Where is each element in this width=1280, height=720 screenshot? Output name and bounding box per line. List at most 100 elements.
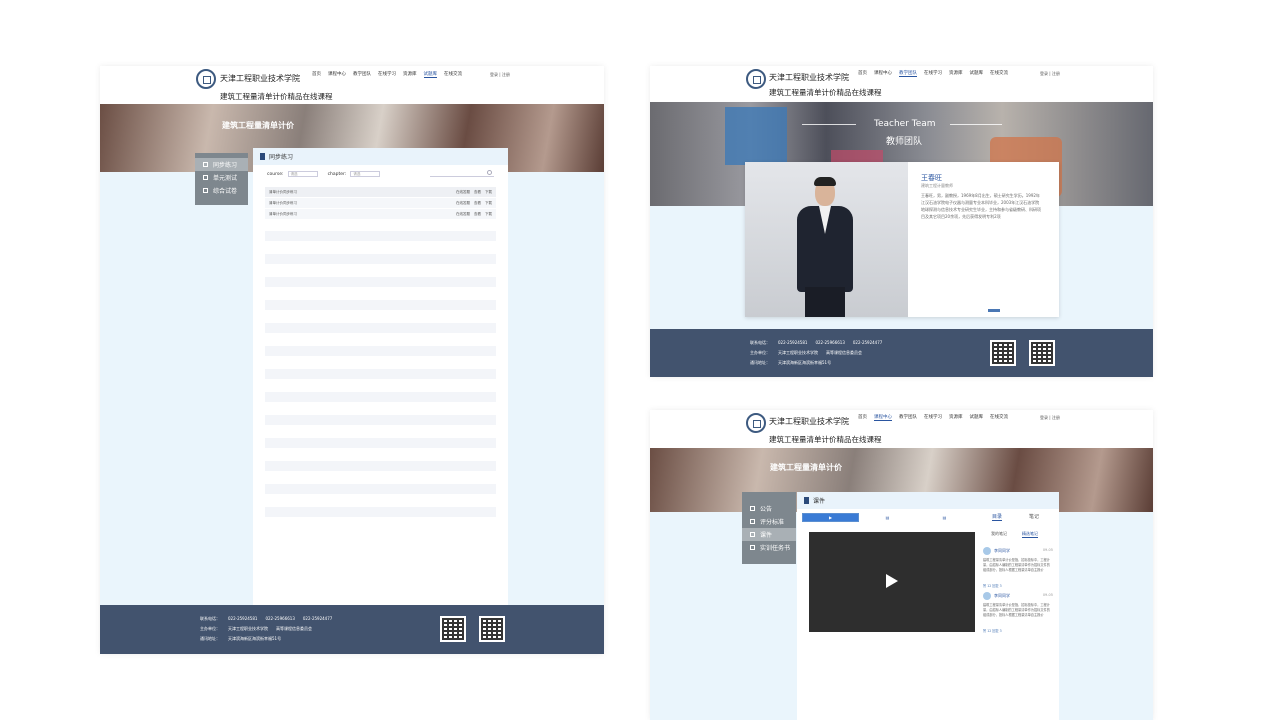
- teacher-bio: 王春旺，男，副教授，1969年8月出生，硕士研究生学历。1992年江汉石油学院电…: [921, 193, 1041, 219]
- nav-item[interactable]: 在线学习: [924, 414, 942, 421]
- note-meta[interactable]: 赞 12 回复 3: [983, 583, 1002, 588]
- site-header: 天津工程职业技术学院 首页 课程中心 教学团队 在线学习 资源库 试题库 在线交…: [650, 410, 1153, 448]
- table-row[interactable]: 清单计价同步练习 在线答题 查看 下载: [265, 187, 496, 197]
- sidebar-item-unit-test[interactable]: 单元测试: [195, 171, 248, 184]
- tab-my-notes[interactable]: 我的笔记: [991, 531, 1007, 537]
- nav-item[interactable]: 在线交流: [444, 71, 462, 78]
- play-icon[interactable]: [886, 574, 898, 588]
- nav-item[interactable]: 首页: [858, 414, 867, 421]
- video-tab[interactable]: ▶: [802, 513, 859, 522]
- file-tab[interactable]: ▤: [916, 513, 973, 522]
- sidebar-item-courseware[interactable]: 课件: [742, 528, 796, 541]
- footer-phones: 联系电话： 022-25924581 022-25966613 022-2592447…: [200, 616, 332, 622]
- nav-item[interactable]: 首页: [312, 71, 321, 78]
- nav-item[interactable]: 课程中心: [328, 71, 346, 78]
- carousel-indicator[interactable]: [988, 309, 1000, 312]
- nav-item[interactable]: 在线学习: [924, 70, 942, 77]
- phone: 022-25966613: [815, 340, 845, 345]
- teacher-photo: [745, 162, 908, 317]
- sidebar-item-sync-practice[interactable]: 同步练习: [195, 158, 248, 171]
- phone: 022-25924477: [302, 616, 333, 621]
- search-input[interactable]: [430, 170, 494, 177]
- person-hair: [814, 177, 836, 186]
- row-name: 清单计价同步练习: [269, 189, 297, 194]
- answer-online-link[interactable]: 在线答题: [456, 201, 470, 206]
- phone: 022-25966613: [265, 616, 295, 621]
- course-title: 建筑工程量清单计价精品在线课程: [220, 92, 333, 101]
- decor-block: [725, 107, 787, 165]
- placeholder-row: [265, 346, 496, 356]
- answer-online-link[interactable]: 在线答题: [456, 212, 470, 217]
- note-meta[interactable]: 赞 12 回复 3: [983, 628, 1002, 633]
- teacher-card: 王春旺 建筑工程计量教师 王春旺，男，副教授，1969年8月出生，硕士研究生学历…: [745, 162, 1059, 317]
- school-name: 天津工程职业技术学院: [769, 417, 849, 426]
- nav-item[interactable]: 资源库: [949, 70, 963, 77]
- qr-code-icon: [479, 616, 505, 642]
- placeholder-row: [265, 254, 496, 264]
- search-icon[interactable]: [487, 170, 492, 175]
- login-register-link[interactable]: 登录 | 注册: [1040, 71, 1060, 77]
- download-link[interactable]: 下载: [485, 190, 492, 195]
- org-label: 主办单位：: [200, 626, 220, 631]
- sidebar-item-label: 单元测试: [213, 175, 238, 182]
- panel-title: 同步练习: [269, 154, 294, 161]
- note-user: 李同同学: [994, 548, 1010, 553]
- resource-tabs: ▶ ▤ ▤: [802, 513, 973, 522]
- nav-item[interactable]: 教学团队: [899, 414, 917, 421]
- table-row[interactable]: 清单计价同步练习 在线答题 查看 下载: [265, 209, 496, 219]
- nav-item[interactable]: 资源库: [403, 71, 417, 78]
- course-select[interactable]: 请选: [287, 171, 318, 177]
- sidebar-item-full-exam[interactable]: 综合试卷: [195, 184, 248, 197]
- tab-catalog[interactable]: 目录: [992, 513, 1003, 521]
- course-title: 建筑工程量清单计价精品在线课程: [769, 88, 882, 97]
- nav-item[interactable]: 课程中心: [874, 414, 892, 421]
- sidebar-item-label: 同步练习: [213, 162, 238, 169]
- chapter-select[interactable]: 请选: [350, 171, 381, 177]
- sidebar-item-tasks[interactable]: 实训任务书: [742, 541, 796, 554]
- phone: 022-25924581: [228, 616, 258, 621]
- banner-title: 建筑工程量清单计价: [222, 121, 294, 130]
- sidebar-item-grading[interactable]: 评分标准: [742, 515, 796, 528]
- nav-item[interactable]: 试题库: [423, 71, 437, 78]
- panel-header: 课件: [797, 492, 1059, 509]
- doc-tab[interactable]: ▤: [859, 513, 916, 522]
- tab-notes[interactable]: 笔记: [1029, 513, 1039, 520]
- school-logo-icon: [746, 69, 766, 89]
- avatar: [983, 592, 991, 600]
- nav-item[interactable]: 在线交流: [990, 70, 1008, 77]
- tab-featured-notes[interactable]: 精选笔记: [1022, 531, 1038, 538]
- table-row[interactable]: 清单计价同步练习 在线答题 查看 下载: [265, 198, 496, 208]
- nav-item[interactable]: 试题库: [970, 70, 984, 77]
- answer-online-link[interactable]: 在线答题: [456, 190, 470, 195]
- team-title-en: Teacher Team: [874, 119, 936, 129]
- practice-icon: [203, 162, 208, 167]
- nav-item[interactable]: 试题库: [970, 414, 984, 421]
- login-register-link[interactable]: 登录 | 注册: [1040, 415, 1060, 421]
- nav-item[interactable]: 课程中心: [874, 70, 892, 77]
- nav-item[interactable]: 在线学习: [378, 71, 396, 78]
- org: 天津工程职业技术学院: [778, 350, 818, 355]
- video-player[interactable]: [809, 532, 975, 632]
- courseware-panel: 课件 ▶ ▤ ▤ 目录 笔记 我的笔记 精选笔记 李同同学 09-05 建筑工程…: [797, 492, 1059, 720]
- view-link[interactable]: 查看: [474, 190, 481, 195]
- filter-bar: course: 请选 chapter: 请选: [253, 165, 508, 183]
- download-link[interactable]: 下载: [485, 201, 492, 206]
- nav-item[interactable]: 资源库: [949, 414, 963, 421]
- exercise-sidebar: 同步练习 单元测试 综合试卷: [195, 153, 248, 205]
- school-logo-icon: [746, 413, 766, 433]
- nav-item[interactable]: 首页: [858, 70, 867, 77]
- school-name: 天津工程职业技术学院: [220, 74, 300, 83]
- person-legs: [805, 287, 845, 317]
- login-register-link[interactable]: 登录 | 注册: [490, 72, 510, 78]
- nav-item[interactable]: 教学团队: [899, 70, 917, 77]
- teacher-name: 王春旺: [921, 174, 942, 182]
- book-icon: [260, 153, 265, 160]
- sidebar-item-notice[interactable]: 公告: [742, 502, 796, 515]
- view-link[interactable]: 查看: [474, 212, 481, 217]
- nav-item[interactable]: 在线交流: [990, 414, 1008, 421]
- download-link[interactable]: 下载: [485, 212, 492, 217]
- qr-code-icon: [440, 616, 466, 642]
- view-link[interactable]: 查看: [474, 201, 481, 206]
- nav-item[interactable]: 教学团队: [353, 71, 371, 78]
- org-label: 主办单位：: [750, 350, 770, 355]
